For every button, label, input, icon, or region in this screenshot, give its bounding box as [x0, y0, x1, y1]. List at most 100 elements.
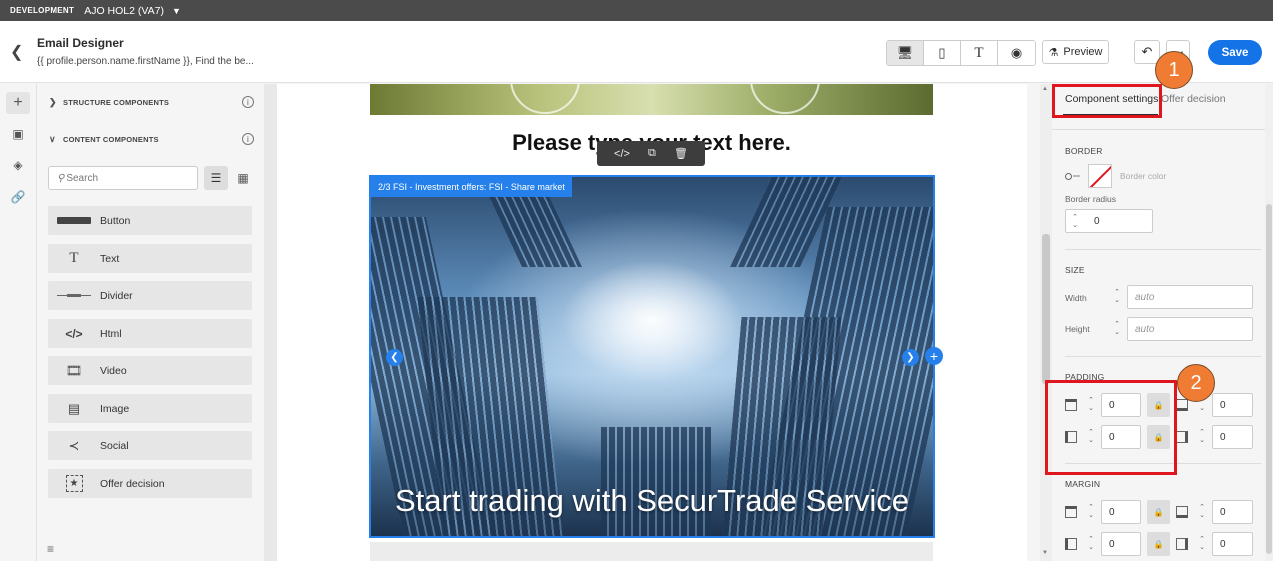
carousel-next-button[interactable]: ❯ — [902, 349, 919, 366]
margin-left-stepper[interactable]: ⌃ ⌄ — [1083, 532, 1099, 555]
padding-right-stepper[interactable]: ⌃ ⌄ — [1194, 425, 1210, 448]
margin-lock-button[interactable]: 🔒 — [1147, 532, 1170, 556]
back-arrow-icon[interactable]: ❮ — [10, 42, 23, 62]
border-color-swatch[interactable] — [1088, 164, 1112, 188]
structure-components-header[interactable]: ❯ STRUCTURE COMPONENTS i — [49, 92, 254, 112]
chevron-down-icon[interactable]: ▼ — [172, 6, 181, 16]
code-icon: </> — [65, 326, 83, 341]
scroll-thumb[interactable] — [1266, 204, 1272, 554]
lock-icon: 🔒 — [1153, 539, 1164, 549]
view-mode-group: 🖥 ▯ T ◉ — [886, 40, 1036, 66]
content-components-header[interactable]: ∨ CONTENT COMPONENTS i — [49, 129, 254, 149]
grid-view-button[interactable]: ▦ — [231, 166, 255, 190]
tab-offer-decision[interactable]: Offer decision — [1161, 93, 1226, 105]
text-icon: T — [974, 44, 984, 61]
email-subject: {{ profile.person.name.firstName }}, Fin… — [37, 56, 254, 67]
chevron-right-icon: ❯ — [49, 96, 57, 107]
component-text[interactable]: T Text — [48, 244, 252, 273]
component-social[interactable]: ≺ Social — [48, 431, 252, 460]
preview-button[interactable]: ⚗ Preview — [1042, 40, 1109, 64]
next-content-block[interactable] — [370, 542, 933, 561]
margin-top-input[interactable]: 0 — [1101, 500, 1141, 524]
margin-bottom-stepper[interactable]: ⌃ ⌄ — [1194, 500, 1210, 523]
component-label: Offer decision — [100, 477, 165, 490]
info-icon[interactable]: i — [242, 96, 254, 108]
border-radius-stepper[interactable]: ⌃ ⌄ — [1067, 210, 1083, 233]
border-section-title: BORDER — [1065, 146, 1103, 156]
panel-gutter — [264, 84, 277, 561]
trash-icon[interactable]: 🗑 — [674, 147, 688, 160]
layers-icon[interactable]: ◈ — [6, 154, 30, 176]
component-button[interactable]: Button — [48, 206, 252, 235]
component-html[interactable]: </> Html — [48, 319, 252, 348]
width-placeholder: auto — [1135, 291, 1155, 303]
list-view-button[interactable]: ☰ — [204, 166, 228, 190]
component-label: Video — [100, 364, 127, 377]
height-stepper[interactable]: ⌃ ⌄ — [1109, 317, 1125, 340]
offer-image-block[interactable]: 2/3 FSI - Investment offers: FSI - Share… — [369, 175, 935, 538]
preview-label: Preview — [1063, 46, 1103, 58]
component-image[interactable]: ▤ Image — [48, 394, 252, 423]
padding-right-input[interactable]: 0 — [1212, 425, 1253, 449]
link-icon[interactable]: 🔗 — [6, 186, 30, 208]
chevron-down-icon: ∨ — [49, 133, 56, 144]
highlight-box-component-settings — [1052, 84, 1162, 118]
scroll-down-icon[interactable]: ▼ — [1042, 550, 1048, 556]
size-section-title: SIZE — [1065, 265, 1085, 275]
canvas-scrollbar[interactable]: ▲ ▼ — [1040, 84, 1052, 561]
plus-icon: + — [929, 348, 939, 364]
mobile-icon: ▯ — [938, 45, 946, 60]
height-input[interactable]: auto — [1127, 317, 1253, 341]
component-video[interactable]: 🎞 Video — [48, 356, 252, 385]
structure-components-label: STRUCTURE COMPONENTS — [63, 97, 170, 107]
eye-view-button[interactable]: ◉ — [998, 41, 1035, 65]
padding-bottom-icon — [1176, 399, 1188, 411]
width-stepper[interactable]: ⌃ ⌄ — [1109, 285, 1125, 308]
text-view-button[interactable]: T — [961, 41, 998, 65]
padding-bottom-input[interactable]: 0 — [1212, 393, 1253, 417]
margin-top-icon — [1065, 506, 1077, 518]
mobile-view-button[interactable]: ▯ — [924, 41, 961, 65]
width-label: Width — [1065, 293, 1087, 303]
padding-bottom-value: 0 — [1220, 399, 1226, 411]
margin-left-value: 0 — [1109, 538, 1115, 550]
component-label: Text — [100, 252, 120, 265]
scroll-thumb[interactable] — [1042, 234, 1050, 384]
share-icon: ≺ — [68, 437, 80, 453]
component-toolbar: </> ⧉ 🗑 — [597, 141, 705, 166]
panel-settings-icon[interactable]: ≡ — [47, 542, 54, 556]
border-color-label: Border color — [1120, 171, 1167, 181]
hero-image-top[interactable] — [370, 84, 933, 115]
chevron-right-icon: ❯ — [906, 352, 915, 363]
info-icon[interactable]: i — [242, 133, 254, 145]
add-component-button[interactable]: + — [925, 347, 943, 365]
duplicate-icon[interactable]: ⧉ — [648, 147, 656, 160]
width-input[interactable]: auto — [1127, 285, 1253, 309]
fragments-icon[interactable]: ▣ — [6, 123, 30, 145]
add-components-icon[interactable]: + — [6, 92, 30, 114]
carousel-prev-button[interactable]: ❮ — [386, 349, 403, 366]
org-switcher[interactable]: AJO HOL2 (VA7) — [84, 5, 164, 17]
desktop-view-button[interactable]: 🖥 — [887, 41, 924, 65]
height-label: Height — [1065, 324, 1090, 334]
border-radius-label: Border radius — [1065, 194, 1117, 204]
chevron-left-icon: ❮ — [390, 352, 399, 363]
code-icon[interactable]: </> — [614, 148, 630, 160]
component-search-input[interactable]: ⚲ Search — [48, 166, 198, 190]
margin-left-input[interactable]: 0 — [1101, 532, 1141, 556]
settings-panel: Component settings Offer decision BORDER… — [1052, 84, 1273, 561]
margin-lock-button[interactable]: 🔒 — [1147, 500, 1170, 524]
margin-top-stepper[interactable]: ⌃ ⌄ — [1083, 500, 1099, 523]
highlight-box-padding — [1045, 380, 1177, 475]
margin-right-input[interactable]: 0 — [1212, 532, 1253, 556]
margin-right-stepper[interactable]: ⌃ ⌄ — [1194, 532, 1210, 555]
margin-right-icon — [1176, 538, 1188, 550]
scroll-up-icon[interactable]: ▲ — [1042, 86, 1048, 92]
border-toggle[interactable] — [1065, 172, 1081, 180]
save-button[interactable]: Save — [1208, 40, 1262, 65]
margin-bottom-input[interactable]: 0 — [1212, 500, 1253, 524]
component-divider[interactable]: Divider — [48, 281, 252, 310]
settings-scrollbar[interactable] — [1265, 84, 1273, 561]
margin-left-icon — [1065, 538, 1077, 550]
component-offer-decision[interactable]: ★ Offer decision — [48, 469, 252, 498]
